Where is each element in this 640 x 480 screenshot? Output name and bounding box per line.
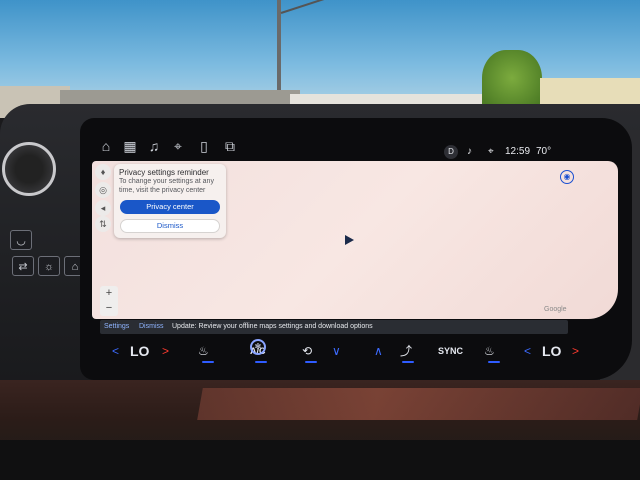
fan-down-chevron-icon[interactable]: ∨ [332,341,341,361]
sync-button[interactable]: SYNC [438,341,463,361]
climate-control-bar: < LO > ♨ A/C ⟲ ∨ ∧ ⤴ SYNC ♨ < LO > [100,337,600,365]
target-icon[interactable]: ◎ [95,182,111,198]
update-notification-bar: Settings Dismiss Update: Review your off… [100,320,568,334]
privacy-center-button[interactable]: Privacy center [120,200,220,214]
notification-bell-icon[interactable]: ♪ [467,144,472,160]
toggle-button[interactable]: ⇄ [12,256,34,276]
vehicle-controls-icon[interactable]: ⧉ [220,135,240,157]
toggle-icon: ⇄ [18,261,28,273]
outside-temperature: 70° [536,146,552,157]
user-avatar[interactable]: D [444,145,458,159]
left-temp-up-chevron-icon[interactable]: > [162,341,169,361]
fan-speed-icon[interactable]: ✻ [250,339,266,355]
card-title: Privacy settings reminder [119,168,209,177]
notification-message: Update: Review your offline maps setting… [172,323,373,330]
left-temp-down-chevron-icon[interactable]: < [112,341,119,361]
dismiss-button[interactable]: Dismiss [120,219,220,233]
microphone-icon[interactable]: ♦ [95,164,111,180]
dashboard-leather-trim [197,388,640,420]
privacy-reminder-card: Privacy settings reminder To change your… [114,164,226,238]
account-icon[interactable]: ◉ [560,170,574,184]
brightness-button[interactable]: ☼ [38,256,60,276]
apps-icon[interactable]: ▦ [120,135,140,157]
volume-knob[interactable] [2,142,56,196]
recirculation-indicator [305,361,317,363]
dashboard-trim [0,440,640,480]
airflow-indicator [402,361,414,363]
volume-icon[interactable]: ◂ [95,200,111,216]
sun-icon: ☼ [43,261,55,273]
map-attribution: Google [544,306,567,313]
heated-seat-left-indicator [202,361,214,363]
right-temp-up-chevron-icon[interactable]: > [572,341,579,361]
location-icon: ⌖ [488,146,494,157]
drive-mode-button[interactable]: ◡ [10,230,32,250]
heated-seat-right-indicator [488,361,500,363]
music-icon[interactable]: ♫ [144,135,164,157]
phone-icon[interactable]: ▯ [194,135,214,157]
car-view-icon: ⌂ [71,261,79,273]
right-temp-down-chevron-icon[interactable]: < [524,341,531,361]
recirculation-icon[interactable]: ⟲ [302,341,312,361]
fan-up-chevron-icon[interactable]: ∧ [374,341,383,361]
heated-seat-left-icon[interactable]: ♨ [198,341,209,361]
background-pole [277,0,281,100]
settings-link[interactable]: Settings [104,320,129,334]
zoom-out-button[interactable]: − [100,301,118,316]
navigation-pin-icon[interactable]: ⌖ [168,135,188,157]
right-temperature: LO [542,343,562,359]
current-location-arrow-icon [345,235,354,245]
airflow-mode-icon[interactable]: ⤴ [400,341,412,361]
route-options-icon[interactable]: ⇅ [95,216,111,232]
dismiss-link[interactable]: Dismiss [139,320,164,334]
left-temperature: LO [130,343,150,359]
map-side-rail: ♦ ◎ ◂ ⇅ [93,162,113,232]
zoom-controls: + − [100,286,118,316]
card-body: To change your settings at any time, vis… [119,178,214,194]
clock: 12:59 [505,146,531,157]
heated-seat-right-icon[interactable]: ♨ [484,341,495,361]
eye-icon: ◡ [16,235,26,247]
ac-indicator [255,361,267,363]
zoom-in-button[interactable]: + [100,286,118,301]
home-icon[interactable]: ⌂ [96,135,116,157]
